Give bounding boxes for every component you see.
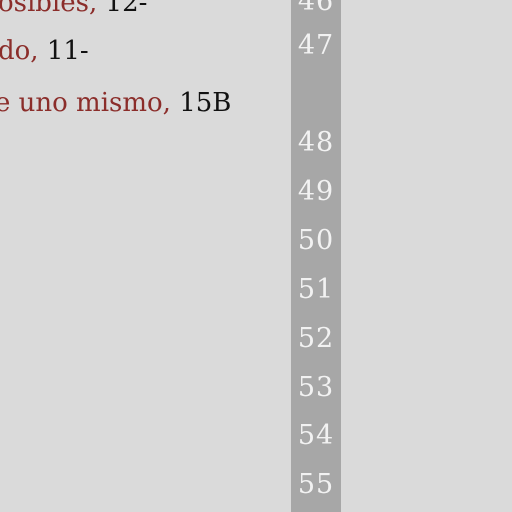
line-number: 50 <box>297 225 335 256</box>
index-reference: 11- <box>46 36 89 66</box>
line-number: 47 <box>297 30 335 61</box>
index-entry: e uno mismo, 15B <box>0 88 231 118</box>
line-number: 51 <box>297 274 335 305</box>
line-number: 55 <box>297 469 335 500</box>
line-number: 53 <box>297 372 335 403</box>
index-term: e uno mismo, <box>0 88 171 118</box>
line-number: 49 <box>297 176 335 207</box>
line-number: 54 <box>297 420 335 451</box>
index-reference: 15B <box>179 88 232 118</box>
index-reference: 12- <box>105 0 148 18</box>
index-entry: do, 11- <box>0 36 89 66</box>
index-term: osibles, <box>0 0 98 18</box>
index-entry: osibles, 12- <box>0 0 147 18</box>
index-term: do, <box>0 36 39 66</box>
line-number-gutter: 46 47 48 49 50 51 52 53 54 55 <box>291 0 341 512</box>
line-number: 52 <box>297 323 335 354</box>
document-page: osibles, 12- do, 11- e uno mismo, 15B 46… <box>0 0 512 512</box>
line-number: 46 <box>297 0 335 17</box>
line-number: 48 <box>297 127 335 158</box>
